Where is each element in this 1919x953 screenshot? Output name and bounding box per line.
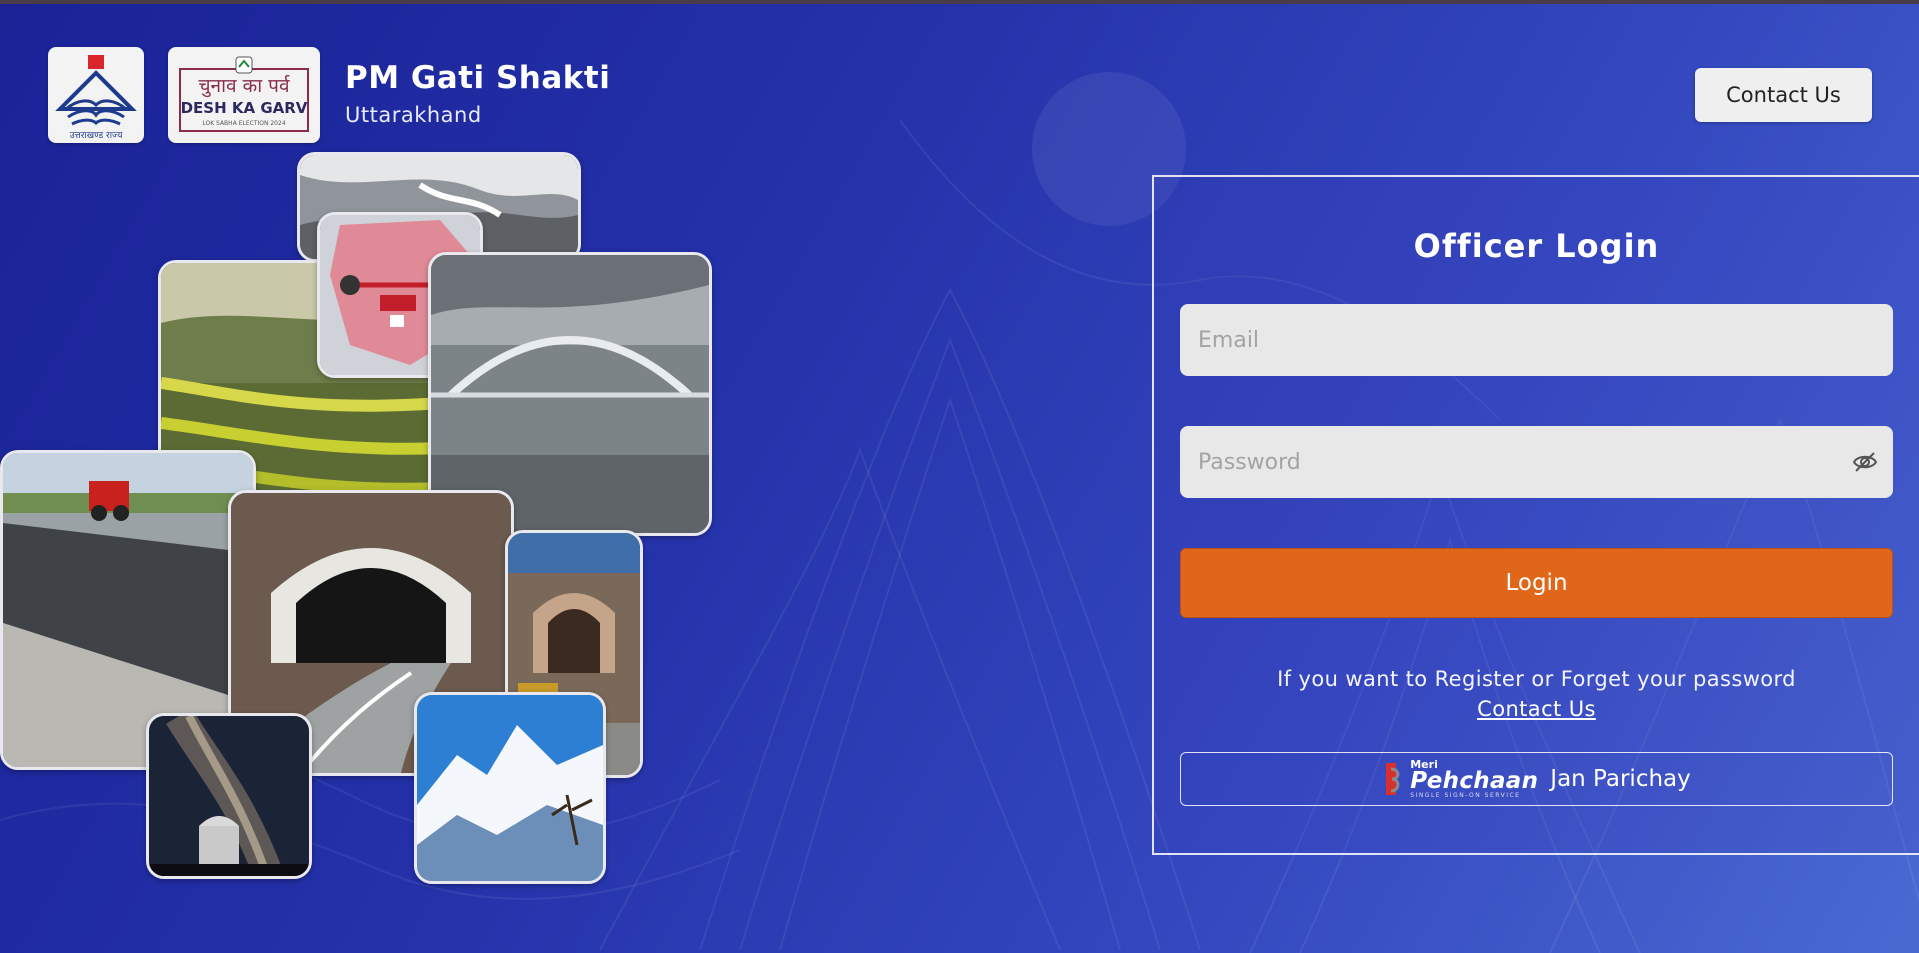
observatory-image	[146, 713, 312, 879]
eye-slash-icon[interactable]	[1852, 449, 1878, 475]
jan-parichay-button[interactable]: Meri Pehchaan SINGLE SIGN-ON SERVICE Jan…	[1180, 752, 1893, 806]
himalaya-image	[414, 692, 606, 884]
logo1-caption: उत्तराखण्ड राज्य	[70, 131, 124, 141]
app-title: PM Gati Shakti	[345, 60, 611, 96]
register-help-text: If you want to Register or Forget your p…	[1277, 667, 1796, 691]
election-logo: चुनाव का पर्व DESH KA GARV LOK SABHA ELE…	[168, 47, 320, 143]
login-card: Officer Login Login If you want to Regis…	[1152, 175, 1919, 855]
email-input[interactable]	[1180, 304, 1893, 376]
login-title: Officer Login	[1413, 227, 1660, 265]
password-input[interactable]	[1180, 426, 1893, 498]
login-button[interactable]: Login	[1180, 548, 1893, 618]
logo2-hindi: चुनाव का पर्व	[198, 74, 290, 98]
contact-us-button[interactable]: Contact Us	[1695, 68, 1872, 122]
logo2-desh-ka-garv: DESH KA GARV	[181, 99, 308, 117]
jp-tagline: SINGLE SIGN-ON SERVICE	[1410, 792, 1521, 799]
election-logo-icon: चुनाव का पर्व DESH KA GARV LOK SABHA ELE…	[179, 56, 309, 132]
top-border	[0, 0, 1919, 4]
logo2-election-year: LOK SABHA ELECTION 2024	[202, 120, 285, 127]
uttarakhand-logo: उत्तराखण्ड राज्य	[48, 47, 144, 143]
contact-us-link[interactable]: Contact Us	[1154, 697, 1919, 721]
uttarakhand-emblem-icon: उत्तराखण्ड राज्य	[55, 55, 137, 141]
jan-parichay-label: Jan Parichay	[1550, 766, 1691, 792]
meri-pehchaan-icon	[1386, 763, 1400, 795]
jp-pehchaan-text: Pehchaan	[1410, 768, 1539, 794]
meri-pehchaan-logo: Meri Pehchaan SINGLE SIGN-ON SERVICE	[1382, 759, 1538, 799]
app-subtitle: Uttarakhand	[345, 103, 482, 127]
image-collage	[0, 150, 720, 890]
